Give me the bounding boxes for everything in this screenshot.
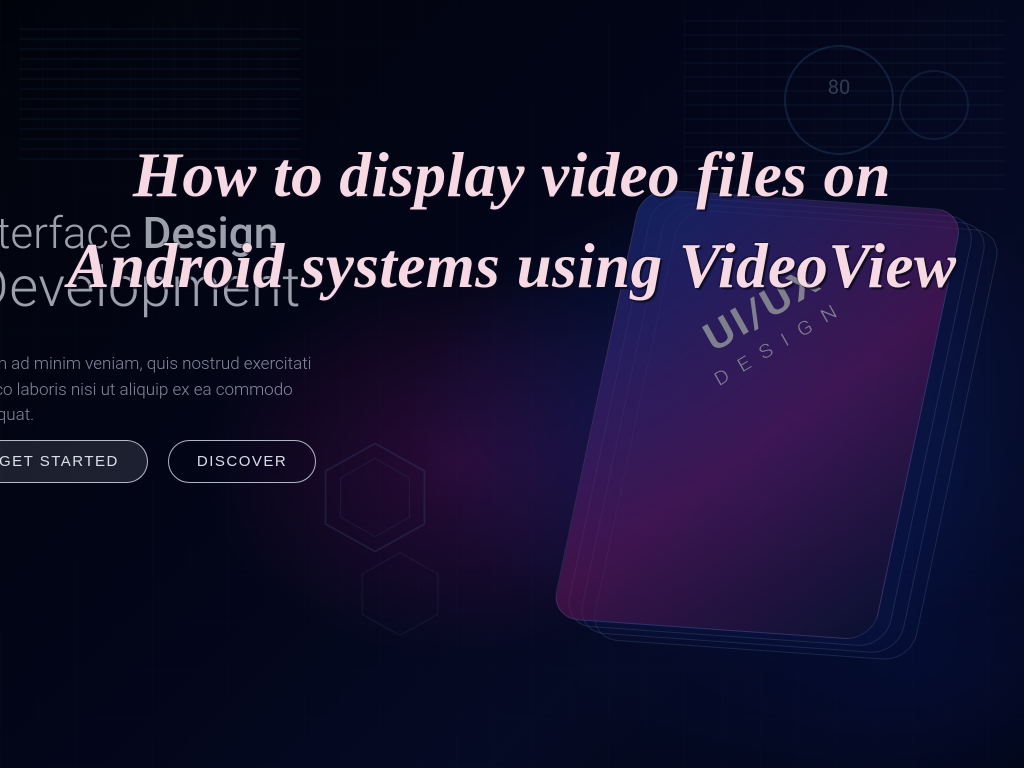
- title-overlay: How to display video files on Android sy…: [0, 0, 1024, 768]
- article-title: How to display video files on Android sy…: [52, 130, 972, 313]
